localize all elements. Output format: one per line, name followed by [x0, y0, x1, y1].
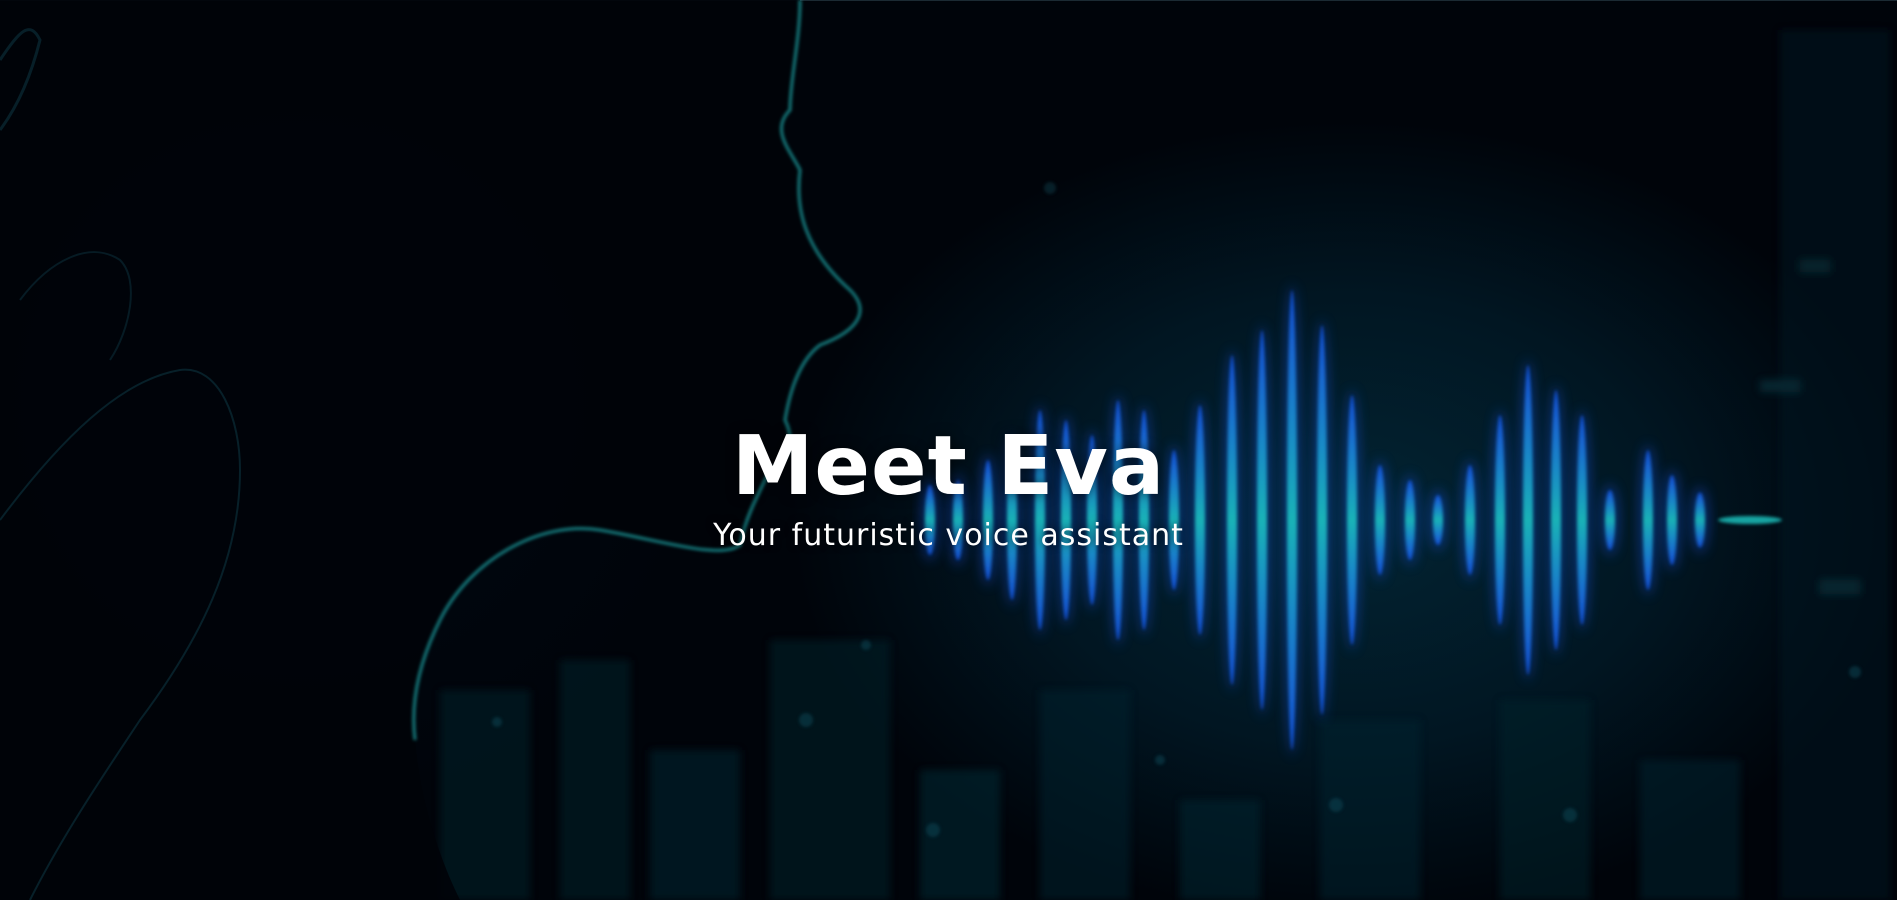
hero-title: Meet Eva	[731, 418, 1166, 514]
hero-section: Meet Eva Your futuristic voice assistant	[0, 0, 1897, 900]
hero-subtitle: Your futuristic voice assistant	[713, 518, 1184, 553]
